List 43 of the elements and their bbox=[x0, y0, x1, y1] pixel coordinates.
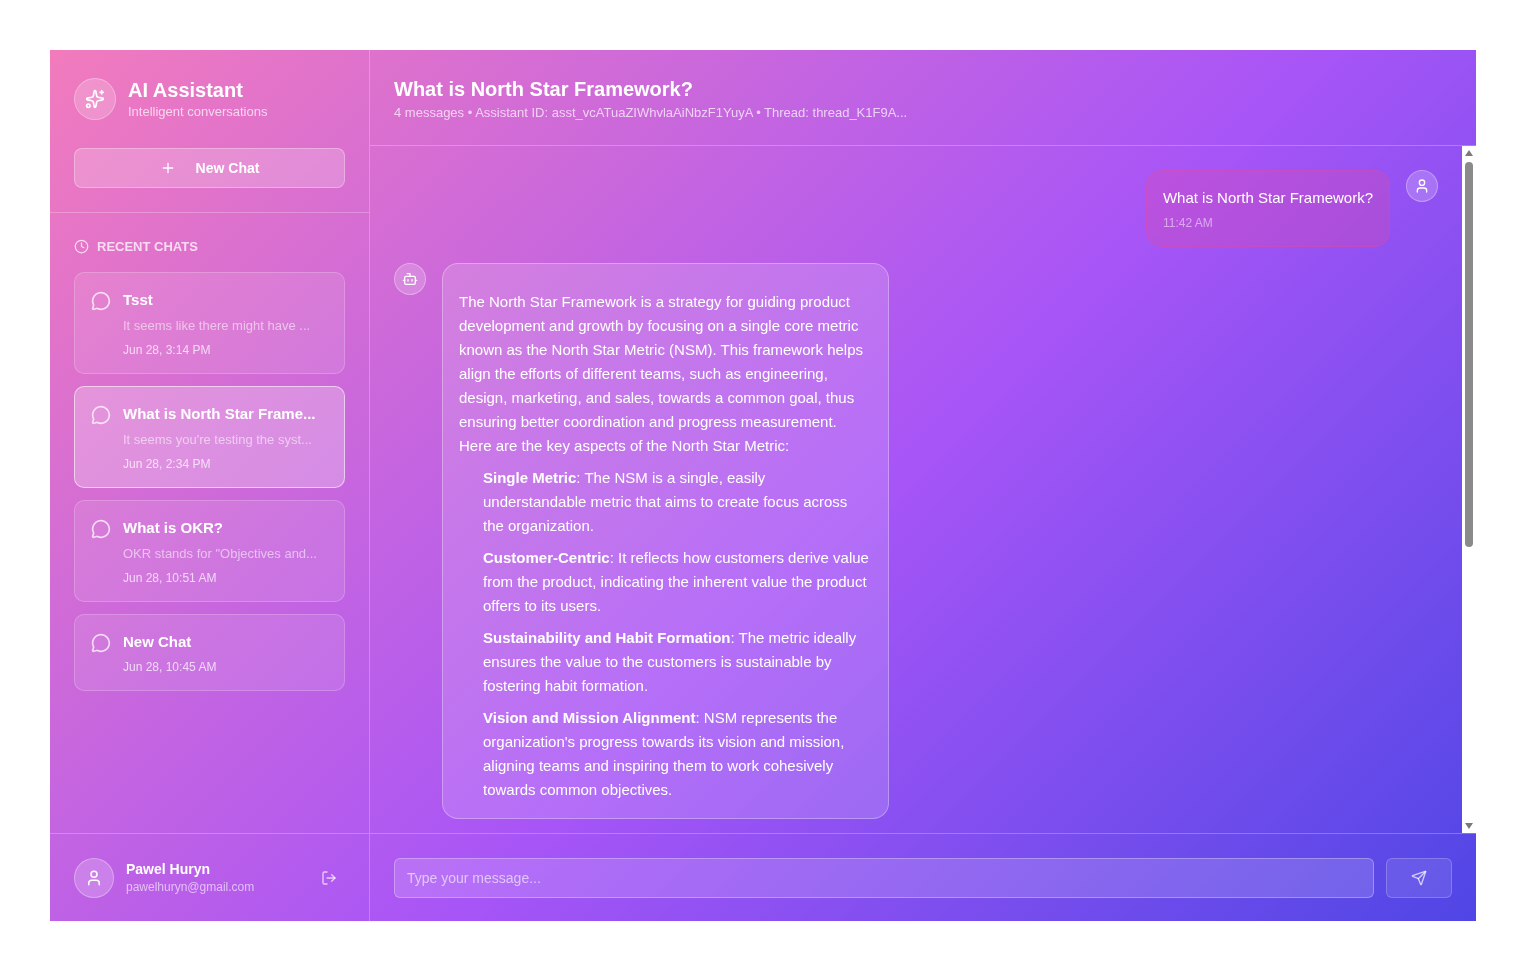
chat-header-title: What is North Star Framework? bbox=[394, 78, 694, 101]
chat-preview: OKR stands for "Objectives and... bbox=[123, 546, 317, 561]
user-email: pawelhuryn@gmail.com bbox=[126, 880, 256, 894]
chat-time: Jun 28, 10:45 AM bbox=[123, 660, 217, 674]
logout-icon bbox=[321, 869, 337, 886]
chat-list-item[interactable]: What is North Star Frame... It seems you're testing the syst... Jun 28, 2:34 PM bbox=[74, 386, 345, 488]
speech-bubble-icon bbox=[91, 405, 111, 425]
list-item: Customer-Centric: It reflects how customers derive value from the product, indicating the inherent value the product offers to its users. bbox=[482, 548, 870, 616]
robot-avatar-icon bbox=[394, 263, 426, 295]
speech-bubble-icon bbox=[91, 291, 111, 311]
clock-icon bbox=[74, 239, 89, 254]
chat-time: Jun 28, 10:51 AM bbox=[123, 571, 218, 585]
user-avatar-icon bbox=[1406, 170, 1438, 202]
message-paragraph: The North Star Framework is a strategy for guiding product development and growth by focusing on a single core metric known as the North Star Metric (NSM). This framework helps align the efforts of different teams, such as engineering, design, marketing, and sales, towards a common goal, thus ensuring better coordination and progress measurement. Here are the key aspects of the North Star Metric: bbox=[459, 292, 864, 456]
chat-time: Jun 28, 3:14 PM bbox=[123, 343, 212, 357]
sparkles-icon bbox=[74, 78, 116, 120]
user-name: Pawel Huryn bbox=[126, 861, 212, 877]
user-avatar-icon bbox=[74, 857, 114, 898]
list-item: Vision and Mission Alignment: NSM represents the organization's progress towards its vision and mission, aligning teams and inspiring them to work cohesively towards common objectives. bbox=[482, 708, 846, 800]
scrollbar[interactable] bbox=[1462, 146, 1476, 833]
chat-meta: 4 messages • Assistant ID: asst_vcATuaZIWhvlaAiNbzF1YuyA • Thread: thread_K1F9A... bbox=[394, 105, 909, 120]
chat-preview: It seems you're testing the syst... bbox=[123, 432, 313, 447]
speech-bubble-icon bbox=[91, 633, 111, 653]
chat-time: Jun 28, 2:34 PM bbox=[123, 457, 212, 471]
send-icon bbox=[1411, 869, 1427, 886]
message-time: 11:42 AM bbox=[1162, 216, 1214, 230]
chat-preview: It seems like there might have ... bbox=[123, 318, 311, 333]
chat-list-item[interactable]: Tsst It seems like there might have ... Jun 28, 3:14 PM bbox=[74, 272, 345, 374]
chat-list-item[interactable]: New Chat Jun 28, 10:45 AM bbox=[74, 614, 345, 691]
app-title: AI Assistant bbox=[128, 79, 244, 102]
list-item: Single Metric: The NSM is a single, easily understandable metric that aims to create focus across the organization. bbox=[482, 468, 849, 536]
chat-list-item[interactable]: What is OKR? OKR stands for "Objectives and... Jun 28, 10:51 AM bbox=[74, 500, 345, 602]
new-chat-button[interactable]: New Chat bbox=[74, 148, 345, 188]
section-heading: RECENT CHATS bbox=[97, 239, 198, 254]
chat-title: What is OKR? bbox=[123, 519, 224, 536]
app-subtitle: Intelligent conversations bbox=[128, 104, 268, 119]
list-item: Sustainability and Habit Formation: The metric ideally ensures the value to the customers is sustainable by fostering habit formation. bbox=[482, 628, 858, 696]
chat-title: Tsst bbox=[123, 291, 154, 308]
send-button[interactable] bbox=[1386, 857, 1452, 898]
chat-title: What is North Star Frame... bbox=[123, 405, 316, 422]
chat-title: New Chat bbox=[123, 633, 193, 650]
speech-bubble-icon bbox=[91, 519, 111, 539]
message-text: What is North Star Framework? bbox=[1162, 189, 1373, 206]
